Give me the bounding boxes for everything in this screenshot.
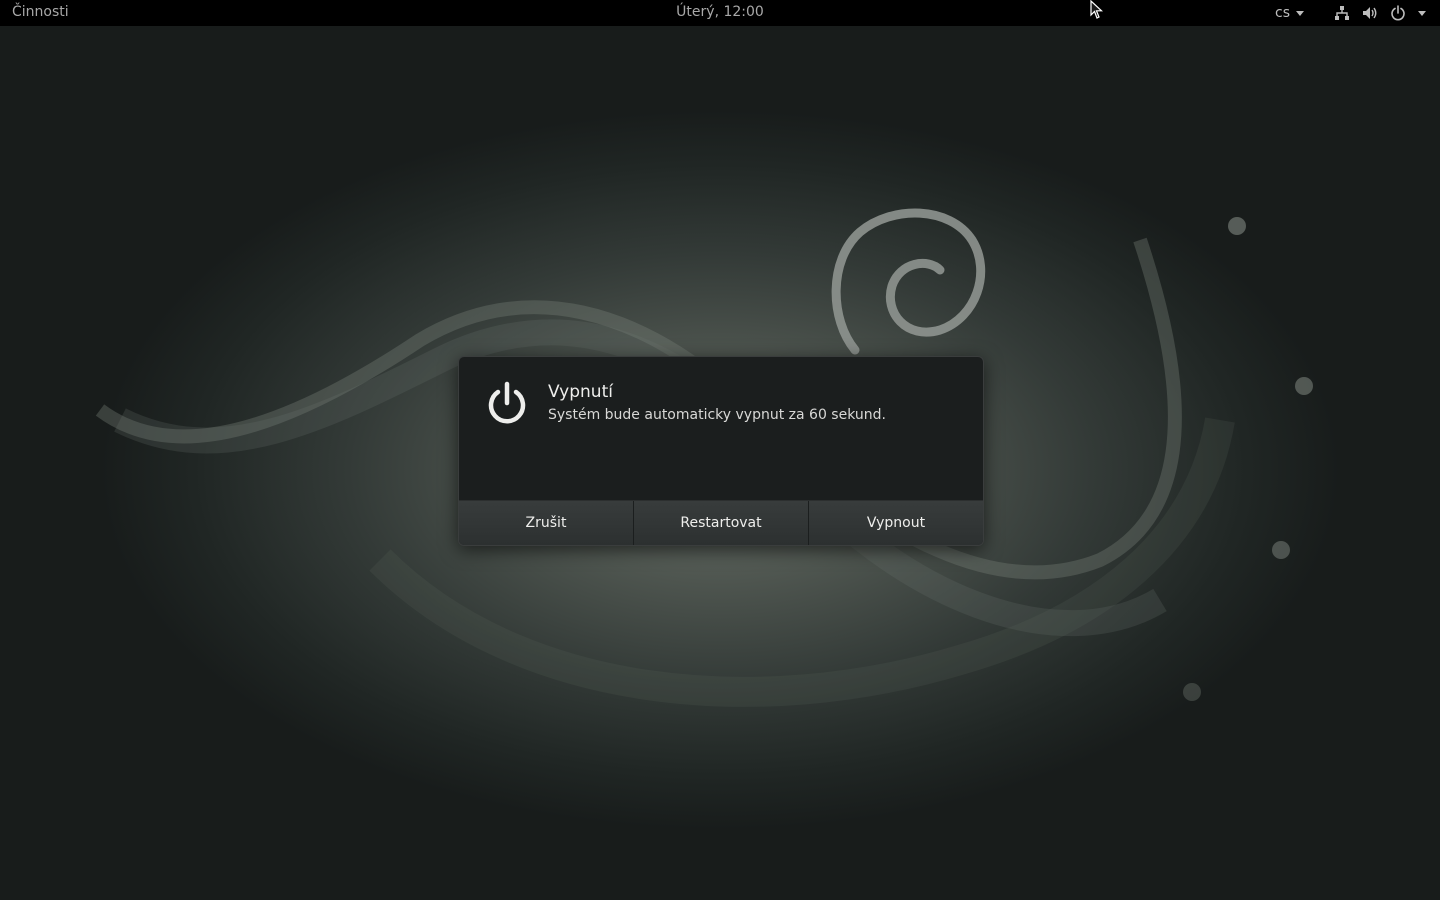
- shutdown-button[interactable]: Vypnout: [809, 501, 983, 545]
- top-bar: Činnosti Úterý, 12:00 cs: [0, 0, 1440, 26]
- volume-icon: [1363, 7, 1377, 19]
- dialog-button-bar: Zrušit Restartovat Vypnout: [459, 500, 983, 545]
- system-tray: cs: [1275, 0, 1440, 26]
- debian-swirl-logo: [831, 208, 986, 355]
- mouse-cursor-icon: [1090, 0, 1104, 19]
- power-icon: [488, 381, 526, 424]
- network-icon: [1335, 6, 1349, 20]
- language-label: cs: [1275, 5, 1290, 21]
- clock[interactable]: Úterý, 12:00: [0, 4, 1440, 20]
- dialog-title: Vypnutí: [548, 382, 613, 402]
- desktop: Činnosti Úterý, 12:00 cs Vypnutí Systém …: [0, 0, 1440, 900]
- cancel-button[interactable]: Zrušit: [459, 501, 634, 545]
- dialog-message: Systém bude automaticky vypnut za 60 sek…: [548, 407, 886, 423]
- restart-button[interactable]: Restartovat: [634, 501, 809, 545]
- chevron-down-icon: [1418, 10, 1426, 16]
- shutdown-dialog: Vypnutí Systém bude automaticky vypnut z…: [458, 356, 984, 546]
- language-indicator[interactable]: cs: [1275, 5, 1304, 21]
- chevron-down-icon: [1296, 10, 1304, 16]
- system-menu[interactable]: [1334, 5, 1440, 21]
- power-icon: [1391, 5, 1405, 21]
